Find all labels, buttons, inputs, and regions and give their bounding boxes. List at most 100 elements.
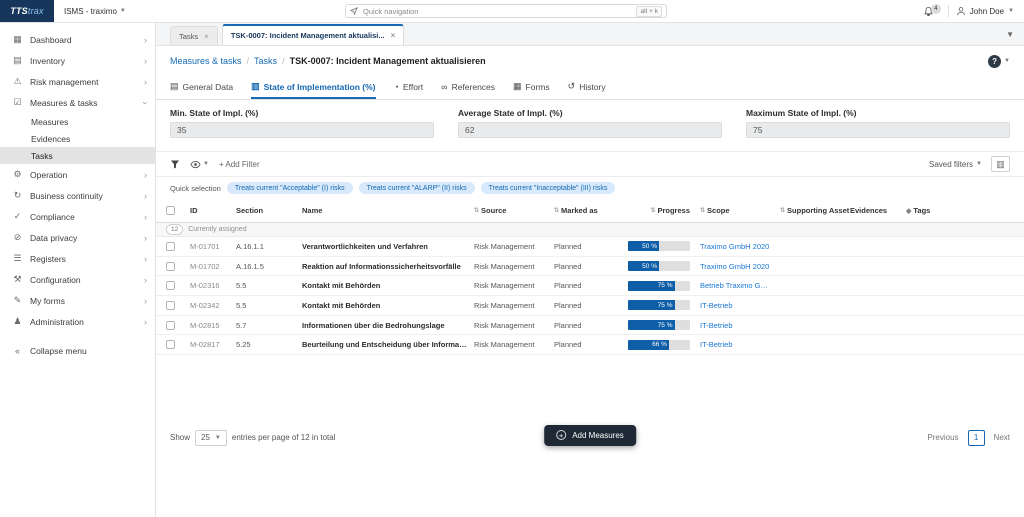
data-privacy-icon: ⊘ [13, 232, 22, 242]
stat-value-input[interactable]: 35 [170, 122, 434, 138]
table-row-m-01701[interactable]: M-01701 A.16.1.1 Verantwortlichkeiten und … [156, 237, 1024, 257]
table-row-m-01702[interactable]: M-01702 A.16.1.5 Reaktion auf Informations… [156, 257, 1024, 277]
sidebar-item-business-continuity[interactable]: ↻ Business continuity › [0, 185, 155, 206]
scope-link[interactable]: Betrieb Traximo Gmb... [700, 281, 780, 290]
quick-selection-chip-2[interactable]: Treats current "ALARP" (II) risks [358, 182, 475, 194]
column-header-scope[interactable]: ⇅ Scope [700, 206, 780, 215]
row-checkbox[interactable] [166, 241, 175, 251]
sidebar-item-evidences[interactable]: Evidences [0, 130, 155, 147]
quick-selection-chip-1[interactable]: Treats current "Acceptable" (I) risks [226, 182, 353, 194]
operation-icon: ⚙ [13, 169, 22, 179]
column-header-section[interactable]: Section [236, 206, 302, 215]
scope-link[interactable]: Traximo GmbH 2020 [700, 242, 780, 251]
saved-filters-button[interactable]: Saved filters ▼ [929, 160, 982, 169]
row-checkbox[interactable] [166, 340, 175, 350]
tab-state-of-implementation[interactable]: ▥ State of Implementation (%) [251, 76, 376, 99]
add-measures-button[interactable]: + Add Measures [544, 424, 636, 446]
collapse-menu-button[interactable]: « Collapse menu [0, 340, 155, 361]
tab-references[interactable]: ∞ References [441, 76, 495, 99]
sidebar-item-tasks[interactable]: Tasks [0, 147, 155, 164]
sidebar-item-dashboard[interactable]: ▦ Dashboard › [0, 29, 155, 50]
tab-list-chevron-down-icon[interactable]: ▼ [1006, 30, 1014, 39]
stat-field-maximum-state-of-impl: Maximum State of Impl. (%) 75 [746, 108, 1010, 138]
row-checkbox[interactable] [166, 281, 175, 291]
column-header-tags[interactable]: ◈ Tags [906, 206, 1012, 215]
column-header-source[interactable]: ⇅ Source [474, 206, 554, 215]
sidebar-item-risk-management[interactable]: ⚠ Risk management › [0, 71, 155, 92]
row-checkbox[interactable] [166, 300, 175, 310]
table-row-m-02817[interactable]: M-02817 5.25 Beurteilung und Entscheidung … [156, 335, 1024, 356]
row-checkbox[interactable] [166, 320, 175, 330]
next-page-button[interactable]: Next [994, 433, 1010, 442]
quick-selection-chip-3[interactable]: Treats current "Inacceptable" (III) risk… [480, 182, 616, 194]
sort-icon: ⇅ [650, 208, 656, 214]
user-menu[interactable]: John Doe ▼ [956, 6, 1014, 16]
table-row-m-02316[interactable]: M-02316 5.5 Kontakt mit Behörden Risk Manag… [156, 276, 1024, 297]
measures-table: ID Section Name ⇅ Source ⇅ Marked as ⇅ Progress ⇅… [156, 199, 1024, 358]
filter-button[interactable] [170, 159, 180, 169]
document-tab-tasks[interactable]: Tasks × [170, 26, 218, 45]
compliance-icon: ✓ [13, 211, 22, 221]
sidebar-item-measures[interactable]: Measures [0, 113, 155, 130]
column-header-name[interactable]: Name [302, 206, 474, 215]
quick-navigation-input[interactable]: Quick navigation alt + k [345, 4, 667, 18]
column-header-id[interactable]: ID [190, 206, 236, 215]
row-checkbox[interactable] [166, 261, 175, 271]
select-all-checkbox[interactable] [166, 206, 175, 215]
user-icon [956, 7, 965, 16]
sidebar-item-configuration[interactable]: ⚒ Configuration › [0, 269, 155, 290]
chevron-right-icon: › [144, 316, 147, 327]
add-filter-button[interactable]: + Add Filter [219, 160, 260, 169]
sidebar-item-measures-tasks[interactable]: ☑ Measures & tasks › [0, 92, 155, 113]
breadcrumb-link-tasks[interactable]: Tasks [254, 56, 277, 66]
column-settings-button[interactable]: ▥ [991, 156, 1010, 172]
breadcrumb-link-measures-tasks[interactable]: Measures & tasks [170, 56, 242, 66]
close-icon[interactable]: × [391, 31, 396, 40]
table-footer: Show 25 ▼ entries per page of 12 in tota… [156, 358, 1024, 517]
scope-link[interactable]: IT-Betrieb [700, 301, 780, 310]
previous-page-button[interactable]: Previous [927, 433, 958, 442]
close-icon[interactable]: × [204, 32, 209, 41]
sidebar-item-operation[interactable]: ⚙ Operation › [0, 164, 155, 185]
logo-text-secondary: trax [27, 6, 44, 16]
tab-history[interactable]: ↺ History [568, 76, 606, 99]
page-size-select[interactable]: 25 ▼ [195, 429, 227, 446]
stat-value-input[interactable]: 75 [746, 122, 1010, 138]
stat-value-input[interactable]: 62 [458, 122, 722, 138]
sidebar-item-compliance[interactable]: ✓ Compliance › [0, 206, 155, 227]
chevron-down-icon: ▼ [1004, 58, 1010, 64]
tab-general-data[interactable]: ▤ General Data [170, 76, 233, 99]
page-number-button[interactable]: 1 [967, 429, 985, 446]
table-row-m-02815[interactable]: M-02815 5.7 Informationen über die Bedrohu… [156, 316, 1024, 336]
app-logo[interactable]: TTS trax [0, 0, 54, 22]
document-tab-label: Tasks [179, 31, 199, 41]
column-label: Evidences [850, 206, 888, 215]
document-tab-tsk-0007-incident-m[interactable]: TSK-0007: Incident Management aktualisi.… [221, 24, 405, 45]
scope-link[interactable]: Traximo GmbH 2020 [700, 262, 780, 271]
sidebar-item-administration[interactable]: ♟ Administration › [0, 311, 155, 332]
cell-section: 5.7 [236, 320, 247, 330]
progress-fill: 50 % [628, 261, 659, 272]
table-row-m-02342[interactable]: M-02342 5.5 Kontakt mit Behörden Risk Manag… [156, 296, 1024, 316]
column-header-evidences[interactable]: Evidences [850, 206, 906, 215]
document-tab-strip: Tasks × TSK-0007: Incident Management aktu… [156, 23, 1024, 46]
workspace-selector[interactable]: ISMS - traximo ▼ [64, 7, 126, 16]
scope-link[interactable]: IT-Betrieb [700, 321, 780, 330]
sidebar-item-my-forms[interactable]: ✎ My forms › [0, 290, 155, 311]
column-header-marked-as[interactable]: ⇅ Marked as [554, 206, 622, 215]
cell-progress: 75 % [622, 280, 700, 291]
cell-marked-as: Planned [554, 340, 582, 350]
tab-forms[interactable]: ▦ Forms [513, 76, 550, 99]
sidebar-item-registers[interactable]: ☰ Registers › [0, 248, 155, 269]
sidebar-item-data-privacy[interactable]: ⊘ Data privacy › [0, 227, 155, 248]
chevron-right-icon: › [144, 34, 147, 45]
sidebar-item-inventory[interactable]: ▤ Inventory › [0, 50, 155, 71]
column-header-progress[interactable]: ⇅ Progress [622, 206, 700, 215]
notifications-button[interactable]: 4 [923, 3, 941, 17]
scope-link[interactable]: IT-Betrieb [700, 340, 780, 349]
tab-effort[interactable]: ◔ Effort [394, 76, 424, 99]
visibility-button[interactable]: ▼ [190, 160, 209, 169]
help-button[interactable]: ? [988, 54, 1002, 68]
progress-bar: 66 % [628, 339, 690, 350]
column-header-supporting-asset[interactable]: ⇅ Supporting Asset [780, 206, 850, 215]
